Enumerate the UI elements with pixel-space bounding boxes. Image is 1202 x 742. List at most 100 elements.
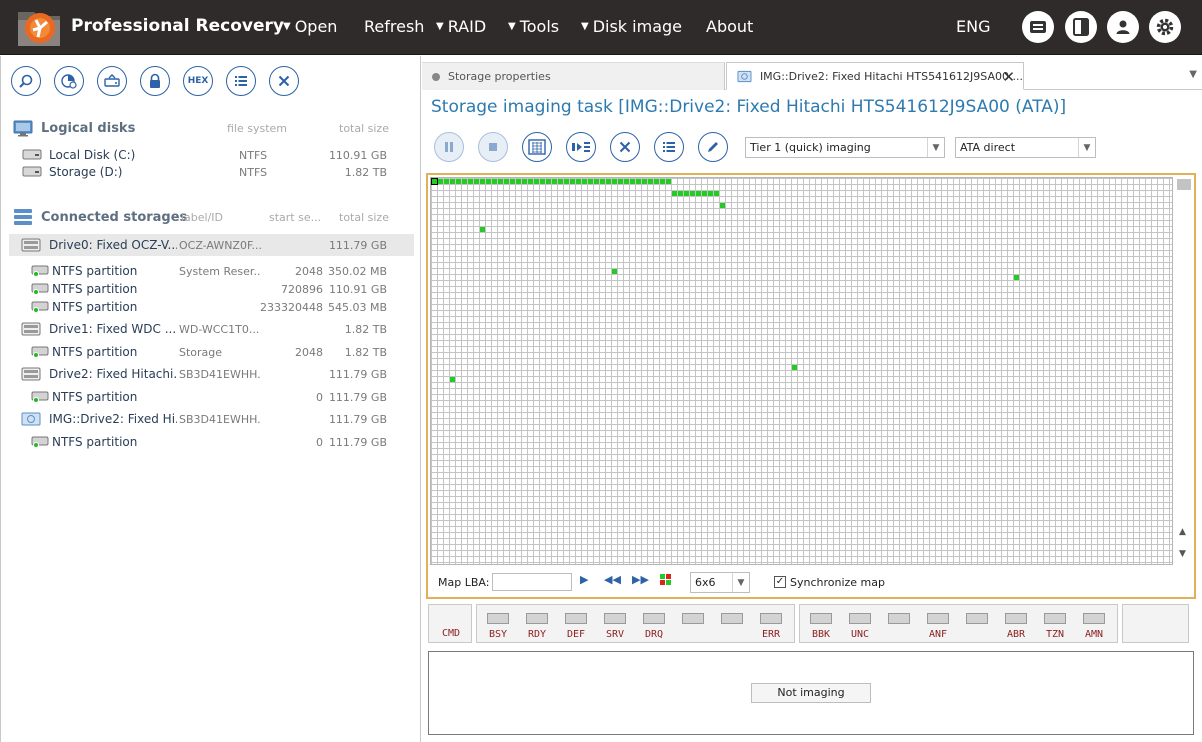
edit-icon[interactable] [698, 132, 728, 162]
menu-disk-image[interactable]: ▼ Disk image [581, 17, 682, 36]
imaged-block [534, 179, 539, 184]
partition-disk-icon [31, 391, 49, 403]
storage-partition-row[interactable]: NTFS partition 0 111.79 GB [9, 386, 414, 408]
access-mode-select[interactable]: ATA direct ▼ [955, 137, 1096, 158]
menu-open[interactable]: ▼ Open [283, 17, 337, 36]
map-lba-input[interactable] [492, 573, 572, 591]
storage-partition-row[interactable]: NTFS partition 233320448 545.03 MB [9, 296, 414, 318]
legend-icon[interactable] [660, 574, 671, 588]
menu-about[interactable]: About [706, 17, 753, 36]
dropdown-arrow-icon: ▼ [732, 573, 749, 592]
partition-disk-icon [31, 265, 49, 277]
imaged-block [582, 179, 587, 184]
storage-partition-row[interactable]: NTFS partition 0 111.79 GB [9, 431, 414, 453]
map-icon[interactable] [522, 132, 552, 162]
imaged-block [486, 179, 491, 184]
block-size-select[interactable]: 6x6 ▼ [690, 572, 750, 593]
storage-device-row[interactable]: Drive0: Fixed OCZ-V... OCZ-AWNZ0F... 111.7… [9, 234, 414, 256]
menu-raid[interactable]: ▼ RAID [436, 17, 486, 36]
scroll-up-icon[interactable]: ▲ [1179, 527, 1186, 537]
list-item[interactable]: Storage (D:) NTFS 1.82 TB [9, 161, 414, 183]
transfer-icon[interactable] [566, 132, 596, 162]
status-flag-label: RDY [527, 629, 547, 640]
imaged-block [630, 179, 635, 184]
right-panel: Storage properties IMG::Drive2: Fixed Hi… [422, 56, 1202, 742]
dropdown-arrow-icon: ▼ [436, 21, 444, 32]
scrollbar-thumb[interactable] [1177, 179, 1191, 190]
disk-icon [22, 149, 42, 160]
imaged-block [612, 269, 617, 274]
panel-icon[interactable] [1065, 11, 1097, 43]
rewind-icon[interactable]: ◀◀ [604, 573, 621, 586]
search-icon[interactable] [11, 66, 41, 96]
copy-icon[interactable] [97, 66, 127, 96]
menu-tools[interactable]: ▼ Tools [508, 17, 559, 36]
imaged-block [666, 179, 671, 184]
storage-device-row[interactable]: Drive1: Fixed WDC ... WD-WCC1T0... 1.82 TB [9, 318, 414, 340]
pause-icon[interactable] [434, 132, 464, 162]
settings-icon[interactable] [1149, 11, 1181, 43]
storage-device-row[interactable]: IMG::Drive2: Fixed Hi... SB3D41EWHH... 111… [9, 408, 414, 430]
status-flag-label: BBK [811, 629, 831, 640]
status-led [1044, 613, 1066, 624]
imaged-block [690, 191, 695, 196]
status-led [966, 613, 988, 624]
status-led [643, 613, 665, 624]
imaged-block [1014, 275, 1019, 280]
log-icon[interactable] [1022, 11, 1054, 43]
partition-disk-icon [31, 283, 49, 295]
status-register-group: BSY RDY DEF SRV DRQ ERR [476, 604, 795, 643]
cancel-icon[interactable] [610, 132, 640, 162]
tab-menu-icon[interactable]: ▼ [1189, 69, 1197, 80]
imaged-block [624, 179, 629, 184]
imaged-block [618, 179, 623, 184]
status-flag-label: TZN [1045, 629, 1065, 640]
imaged-block [588, 179, 593, 184]
status-flag-label: DEF [566, 629, 586, 640]
task-toolbar [434, 132, 728, 162]
storage-stack-icon [14, 209, 32, 225]
imaged-block [474, 179, 479, 184]
left-toolbar: HEX [11, 66, 299, 98]
synchronize-map-label: Synchronize map [790, 576, 885, 589]
imaging-mode-select[interactable]: Tier 1 (quick) imaging ▼ [745, 137, 945, 158]
synchronize-map-checkbox[interactable]: ✓ [774, 576, 786, 588]
ata-status-register: CMD BSY RDY DEF SRV DRQ ERR BBK UNC ANF ABR TZN AM… [428, 604, 1192, 644]
connected-storages-title: Connected storages [41, 209, 188, 225]
fast-forward-icon[interactable]: ▶▶ [632, 573, 649, 586]
user-icon[interactable] [1107, 11, 1139, 43]
tab-close-icon[interactable]: ✕ [1002, 68, 1015, 86]
sector-map[interactable] [430, 177, 1173, 565]
dropdown-arrow-icon: ▼ [1078, 138, 1095, 157]
hex-icon[interactable]: HEX [183, 66, 213, 96]
list-icon[interactable] [226, 66, 256, 96]
map-scrollbar[interactable]: ▲ ▼ [1176, 177, 1192, 565]
menu-refresh[interactable]: Refresh [364, 17, 424, 36]
imaged-block [678, 191, 683, 196]
partition-disk-icon [31, 301, 49, 313]
tab-storage-properties[interactable]: Storage properties [422, 62, 725, 90]
map-footer: Map LBA: ▶ ◀◀ ▶▶ 6x6 ▼ ✓ Synchronize map [428, 567, 1194, 597]
play-icon[interactable]: ▶ [580, 573, 588, 586]
status-extra-box [1122, 604, 1189, 643]
storage-partition-row[interactable]: NTFS partition Storage 2048 1.82 TB [9, 341, 414, 363]
hard-drive-icon [21, 238, 41, 252]
scroll-down-icon[interactable]: ▼ [1179, 549, 1186, 559]
status-led [604, 613, 626, 624]
list-icon[interactable] [654, 132, 684, 162]
storage-device-row[interactable]: Drive2: Fixed Hitachi... SB3D41EWHH... 111… [9, 363, 414, 385]
lock-icon[interactable] [140, 66, 170, 96]
imaged-block [456, 179, 461, 184]
partition-icon[interactable] [54, 66, 84, 96]
col-total-size: total size [339, 122, 389, 135]
imaged-block [468, 179, 473, 184]
imaged-block [516, 179, 521, 184]
tab-imaging-task[interactable]: IMG::Drive2: Fixed Hitachi HTS541612J9SA… [726, 62, 1024, 90]
status-led [682, 613, 704, 624]
imaged-block [564, 179, 569, 184]
stop-icon[interactable] [478, 132, 508, 162]
close-icon[interactable] [269, 66, 299, 96]
imaged-block [702, 191, 707, 196]
status-led [849, 613, 871, 624]
language-selector[interactable]: ENG [956, 17, 990, 36]
